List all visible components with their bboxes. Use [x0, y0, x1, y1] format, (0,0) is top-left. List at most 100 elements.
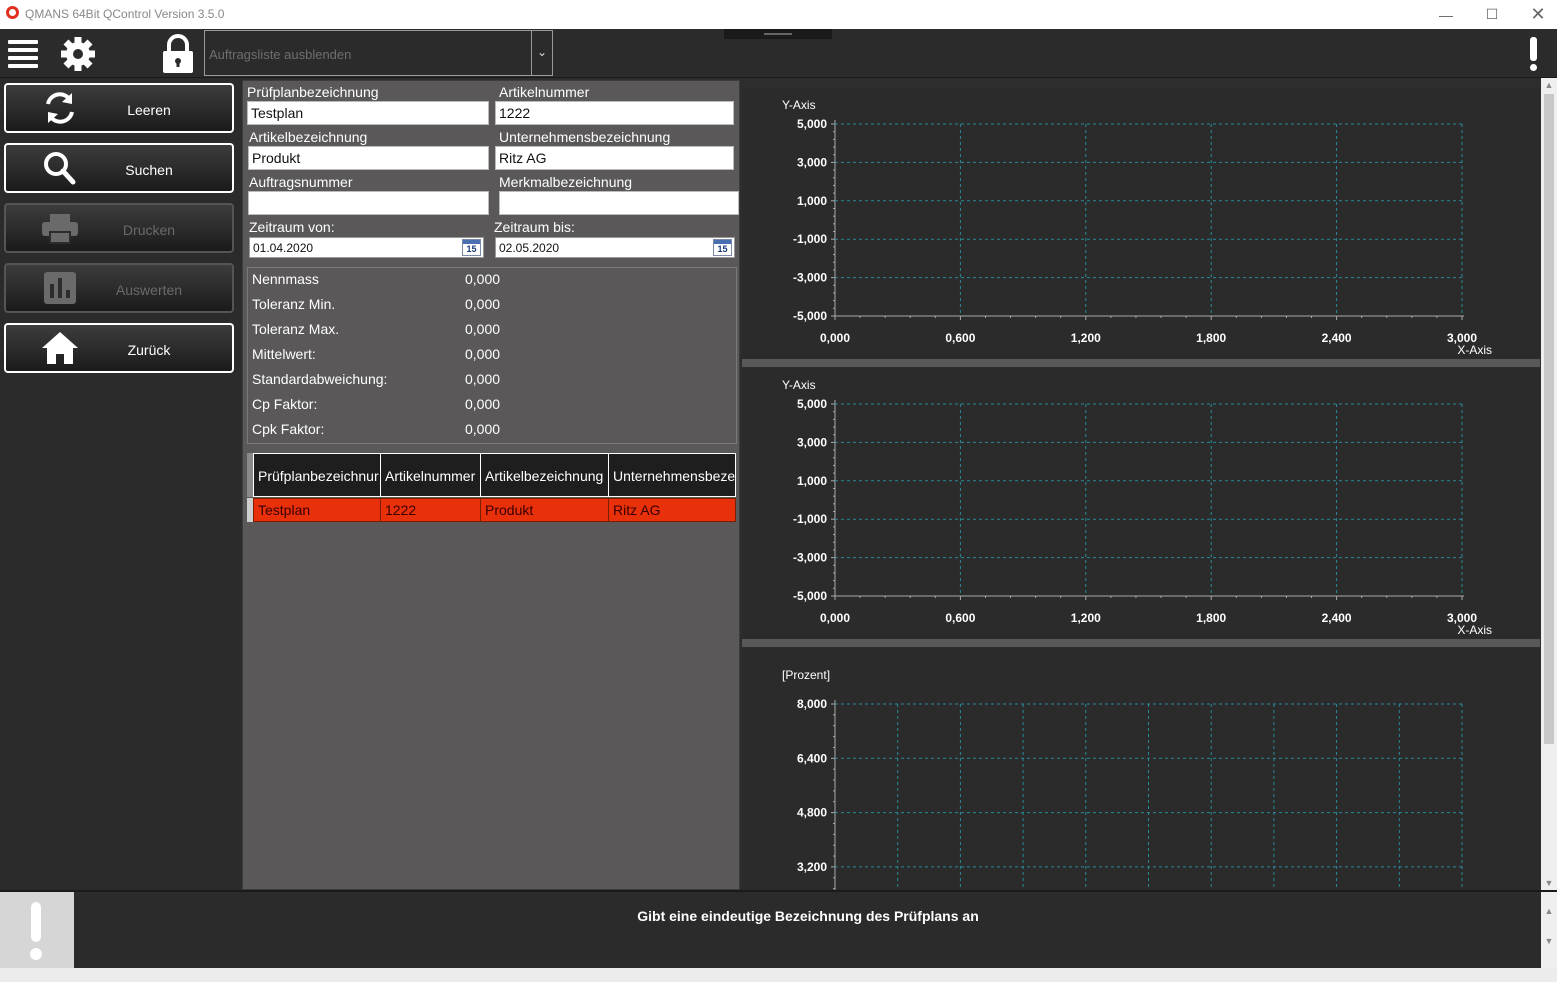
- table-cell[interactable]: Ritz AG: [608, 498, 736, 522]
- y-tick-label: 3,000: [797, 155, 827, 169]
- scroll-down-icon[interactable]: ▼: [1541, 936, 1557, 946]
- calendar-icon[interactable]: 15: [462, 239, 481, 256]
- title-bar: QMANS 64Bit QControl Version 3.5.0 — ☐ ✕: [0, 0, 1557, 29]
- scrollbar-thumb[interactable]: [1544, 94, 1554, 744]
- artikelbez-input[interactable]: Produkt: [248, 146, 489, 170]
- zeitraum-von-label: Zeitraum von:: [249, 219, 335, 235]
- minimize-icon[interactable]: —: [1423, 0, 1469, 29]
- y-tick-label: 3,200: [797, 860, 827, 874]
- hamburger-menu-icon[interactable]: [8, 40, 38, 68]
- x-tick-label: 0,600: [945, 611, 975, 625]
- x-tick-label: 1,800: [1196, 331, 1226, 345]
- order-list-placeholder: Auftragsliste ausblenden: [209, 47, 352, 62]
- table-cell[interactable]: 1222: [380, 498, 481, 522]
- stat-value: 0,000: [465, 346, 501, 362]
- help-bar: Gibt eine eindeutige Bezeichnung des Prü…: [0, 890, 1557, 968]
- chevron-down-icon[interactable]: ⌄: [531, 31, 552, 75]
- app-logo-icon: [6, 6, 19, 19]
- stat-label: Nennmass: [252, 271, 319, 287]
- calendar-icon[interactable]: 15: [713, 239, 732, 256]
- x-tick-label: 0,000: [820, 611, 850, 625]
- y-tick-label: 3,000: [797, 435, 827, 449]
- y-tick-label: -5,000: [793, 589, 827, 603]
- stat-value: 0,000: [465, 296, 501, 312]
- stat-label: Toleranz Min.: [252, 296, 336, 312]
- alert-icon[interactable]: [1527, 37, 1541, 73]
- panel-resize-handle[interactable]: [724, 29, 832, 39]
- clear-button[interactable]: Leeren: [4, 83, 234, 133]
- zeitraum-von-input[interactable]: 01.04.2020 15: [249, 237, 484, 258]
- x-tick-label: 2,400: [1322, 331, 1352, 345]
- x-axis-title: X-Axis: [1457, 623, 1492, 637]
- evaluate-button[interactable]: Auswerten: [4, 263, 234, 313]
- merkmal-input[interactable]: [499, 191, 739, 215]
- auftrag-input[interactable]: [248, 191, 489, 215]
- stat-label: Cpk Faktor:: [252, 421, 325, 437]
- column-header[interactable]: Prüfplanbezeichnur: [253, 453, 381, 497]
- search-button[interactable]: Suchen: [4, 143, 234, 193]
- pruefplan-input[interactable]: Testplan: [247, 101, 489, 125]
- stat-value: 0,000: [465, 421, 501, 437]
- window-title: QMANS 64Bit QControl Version 3.5.0: [25, 7, 225, 21]
- y-tick-label: 1,000: [797, 194, 827, 208]
- maximize-icon[interactable]: ☐: [1469, 0, 1515, 29]
- y-tick-label: -5,000: [793, 309, 827, 323]
- y-axis-title: Y-Axis: [782, 378, 816, 392]
- help-scrollbar[interactable]: ▲ ▼: [1541, 892, 1557, 968]
- y-tick-label: 1,000: [797, 474, 827, 488]
- x-axis-title: X-Axis: [1457, 343, 1492, 357]
- column-header[interactable]: Artikelnummer: [380, 453, 481, 497]
- back-button[interactable]: Zurück: [4, 323, 234, 373]
- stat-value: 0,000: [465, 396, 501, 412]
- y-tick-label: 5,000: [797, 397, 827, 411]
- stat-label: Cp Faktor:: [252, 396, 318, 412]
- results-table: Prüfplanbezeichnur Artikelnummer Artikel…: [247, 453, 737, 523]
- unternehmen-input[interactable]: Ritz AG: [495, 146, 734, 170]
- print-button-label: Drucken: [122, 222, 176, 238]
- auftrag-label: Auftragsnummer: [249, 174, 353, 190]
- y-tick-label: -3,000: [793, 271, 827, 285]
- order-list-dropdown[interactable]: Auftragsliste ausblenden ⌄: [204, 30, 553, 76]
- table-cell[interactable]: Produkt: [480, 498, 609, 522]
- x-tick-label: 1,200: [1071, 331, 1101, 345]
- stat-value: 0,000: [465, 321, 501, 337]
- unternehmen-label: Unternehmensbezeichnung: [499, 129, 671, 145]
- stat-label: Toleranz Max.: [252, 321, 340, 337]
- x-tick-label: 1,200: [1071, 611, 1101, 625]
- chart-separator: [742, 639, 1540, 647]
- chart-2: Y-Axis 5,000 3,000 1,000 -1,000 -3,000 -5,000 0…: [742, 369, 1540, 639]
- zeitraum-bis-input[interactable]: 02.05.2020 15: [495, 237, 735, 258]
- y-tick-label: 5,000: [797, 117, 827, 131]
- toolbar: Auftragsliste ausblenden ⌄: [0, 29, 1557, 78]
- stat-label: Standardabweichung:: [252, 371, 388, 387]
- y-axis-title: [Prozent]: [782, 668, 830, 682]
- help-text: Gibt eine eindeutige Bezeichnung des Prü…: [637, 908, 979, 924]
- lock-icon[interactable]: [160, 34, 196, 74]
- search-button-label: Suchen: [125, 162, 173, 178]
- table-cell[interactable]: Testplan: [253, 498, 381, 522]
- gear-icon[interactable]: [58, 34, 98, 74]
- clear-button-label: Leeren: [127, 102, 171, 118]
- search-form-panel: Prüfplanbezeichnung Testplan Artikelnumm…: [242, 80, 740, 890]
- evaluate-button-label: Auswerten: [115, 282, 183, 298]
- chart-1: Y-Axis 5,000 3,000 1,000 -1,000 -3,000 -5,000 0…: [742, 89, 1540, 359]
- stat-label: Mittelwert:: [252, 346, 316, 362]
- scroll-up-icon[interactable]: ▲: [1541, 906, 1557, 916]
- scroll-down-icon[interactable]: ▼: [1541, 878, 1557, 888]
- stat-value: 0,000: [465, 371, 501, 387]
- column-header[interactable]: Artikelbezeichnung: [480, 453, 609, 497]
- artikelbez-label: Artikelbezeichnung: [249, 129, 368, 145]
- alert-icon: [0, 892, 74, 968]
- chart-3-plot: [Prozent] 8,000 6,400 4,800 3,200: [782, 668, 1463, 890]
- zeitraum-von-value: 01.04.2020: [253, 241, 314, 255]
- scroll-up-icon[interactable]: ▲: [1541, 80, 1557, 90]
- vertical-scrollbar[interactable]: ▲ ▼: [1541, 78, 1557, 890]
- column-header[interactable]: Unternehmensbeze: [608, 453, 736, 497]
- close-icon[interactable]: ✕: [1515, 0, 1557, 29]
- merkmal-label: Merkmalbezeichnung: [499, 174, 633, 190]
- artikelnummer-input[interactable]: 1222: [495, 101, 734, 125]
- zeitraum-bis-value: 02.05.2020: [499, 241, 560, 255]
- status-bar: [0, 968, 1557, 982]
- print-button[interactable]: Drucken: [4, 203, 234, 253]
- x-tick-label: 1,800: [1196, 611, 1226, 625]
